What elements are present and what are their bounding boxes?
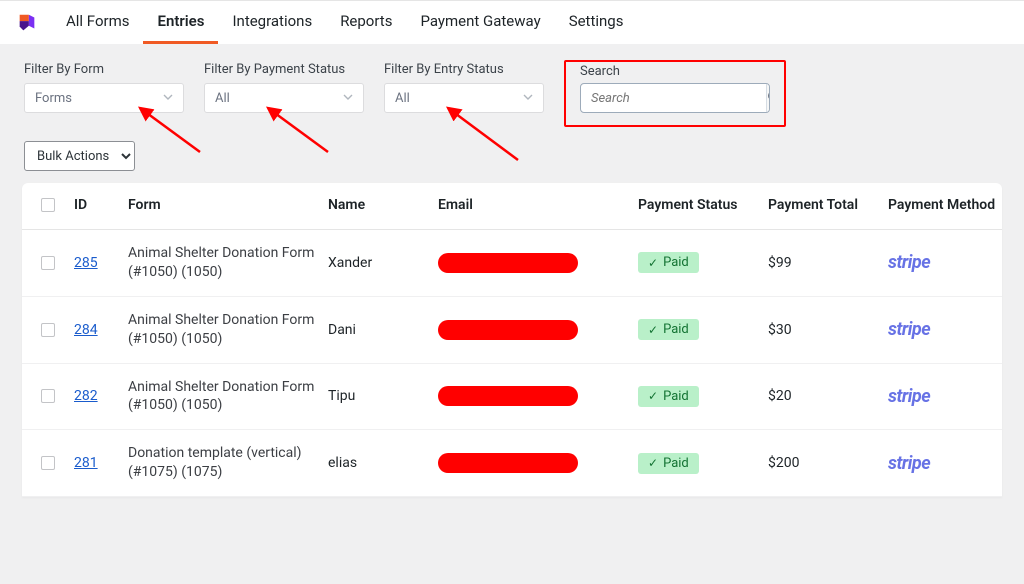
th-name[interactable]: Name xyxy=(322,197,432,213)
nav-tabs: All Forms Entries Integrations Reports P… xyxy=(52,1,637,44)
chevron-down-icon xyxy=(163,91,173,106)
search-button[interactable] xyxy=(766,84,770,112)
row-checkbox[interactable] xyxy=(41,256,55,270)
bulk-actions-select[interactable]: Bulk Actions xyxy=(24,141,135,171)
form-name: Donation template (vertical) (#1075) (10… xyxy=(122,444,322,482)
entry-id-link[interactable]: 284 xyxy=(74,322,98,338)
nav-entries[interactable]: Entries xyxy=(143,1,218,44)
search-label: Search xyxy=(580,62,770,83)
nav-reports[interactable]: Reports xyxy=(326,1,406,44)
nav-settings[interactable]: Settings xyxy=(555,1,638,44)
email-redacted xyxy=(438,253,578,273)
nav-payment-gateway[interactable]: Payment Gateway xyxy=(406,1,554,44)
row-checkbox[interactable] xyxy=(41,456,55,470)
payment-total: $30 xyxy=(762,322,882,338)
search-box xyxy=(580,83,770,113)
email-redacted xyxy=(438,453,578,473)
form-name: Animal Shelter Donation Form (#1050) (10… xyxy=(122,378,322,416)
chevron-down-icon xyxy=(523,91,533,106)
search-input[interactable] xyxy=(581,91,766,106)
check-icon: ✓ xyxy=(648,323,658,337)
app-logo-icon xyxy=(16,12,38,34)
filter-form-select[interactable]: Forms xyxy=(24,83,184,113)
payment-method-stripe: stripe xyxy=(888,386,930,407)
chevron-down-icon xyxy=(343,91,353,106)
check-icon: ✓ xyxy=(648,456,658,470)
entry-id-link[interactable]: 282 xyxy=(74,388,98,404)
search-highlight-box: Search xyxy=(564,60,786,127)
filter-form-value: Forms xyxy=(35,91,72,106)
entry-name: elias xyxy=(322,455,432,471)
filter-entry-status-label: Filter By Entry Status xyxy=(384,62,544,77)
payment-method-stripe: stripe xyxy=(888,252,930,273)
payment-method-stripe: stripe xyxy=(888,319,930,340)
th-payment-status[interactable]: Payment Status xyxy=(632,197,762,213)
search-icon xyxy=(767,90,770,107)
form-name: Animal Shelter Donation Form (#1050) (10… xyxy=(122,311,322,349)
email-redacted xyxy=(438,386,578,406)
th-form[interactable]: Form xyxy=(122,197,322,213)
filters-row: Filter By Form Forms Filter By Payment S… xyxy=(0,44,1024,135)
status-badge: ✓Paid xyxy=(638,252,699,273)
filter-form-label: Filter By Form xyxy=(24,62,184,77)
filter-form-group: Filter By Form Forms xyxy=(24,62,184,127)
entry-name: Dani xyxy=(322,322,432,338)
nav-integrations[interactable]: Integrations xyxy=(218,1,326,44)
row-checkbox[interactable] xyxy=(41,389,55,403)
payment-total: $20 xyxy=(762,388,882,404)
form-name: Animal Shelter Donation Form (#1050) (10… xyxy=(122,244,322,282)
bulk-actions-row: Bulk Actions xyxy=(0,135,1024,183)
filter-payment-status-label: Filter By Payment Status xyxy=(204,62,364,77)
table-row: 284 Animal Shelter Donation Form (#1050) … xyxy=(22,297,1002,364)
entry-name: Tipu xyxy=(322,388,432,404)
check-icon: ✓ xyxy=(648,389,658,403)
filter-payment-status-select[interactable]: All xyxy=(204,83,364,113)
entries-table-card: ID Form Name Email Payment Status Paymen… xyxy=(22,183,1002,497)
table-row: 285 Animal Shelter Donation Form (#1050) … xyxy=(22,230,1002,297)
filter-entry-status-value: All xyxy=(395,91,410,106)
table-row: 282 Animal Shelter Donation Form (#1050) … xyxy=(22,364,1002,431)
filter-payment-status-value: All xyxy=(215,91,230,106)
table-row: 281 Donation template (vertical) (#1075) … xyxy=(22,430,1002,497)
email-redacted xyxy=(438,320,578,340)
top-nav-bar: All Forms Entries Integrations Reports P… xyxy=(0,0,1024,44)
status-badge: ✓Paid xyxy=(638,386,699,407)
payment-total: $99 xyxy=(762,255,882,271)
table-header-row: ID Form Name Email Payment Status Paymen… xyxy=(22,189,1002,230)
th-id[interactable]: ID xyxy=(68,197,122,213)
th-email[interactable]: Email xyxy=(432,197,632,213)
th-payment-method[interactable]: Payment Method xyxy=(882,197,1012,213)
filter-payment-status-group: Filter By Payment Status All xyxy=(204,62,364,127)
th-payment-total[interactable]: Payment Total xyxy=(762,197,882,213)
payment-method-stripe: stripe xyxy=(888,453,930,474)
payment-total: $200 xyxy=(762,455,882,471)
row-checkbox[interactable] xyxy=(41,323,55,337)
status-badge: ✓Paid xyxy=(638,453,699,474)
entry-id-link[interactable]: 281 xyxy=(74,455,98,471)
status-badge: ✓Paid xyxy=(638,319,699,340)
entry-id-link[interactable]: 285 xyxy=(74,255,98,271)
check-icon: ✓ xyxy=(648,256,658,270)
entry-name: Xander xyxy=(322,255,432,271)
filter-entry-status-select[interactable]: All xyxy=(384,83,544,113)
select-all-checkbox[interactable] xyxy=(41,198,55,212)
filter-entry-status-group: Filter By Entry Status All xyxy=(384,62,544,127)
nav-all-forms[interactable]: All Forms xyxy=(52,1,143,44)
